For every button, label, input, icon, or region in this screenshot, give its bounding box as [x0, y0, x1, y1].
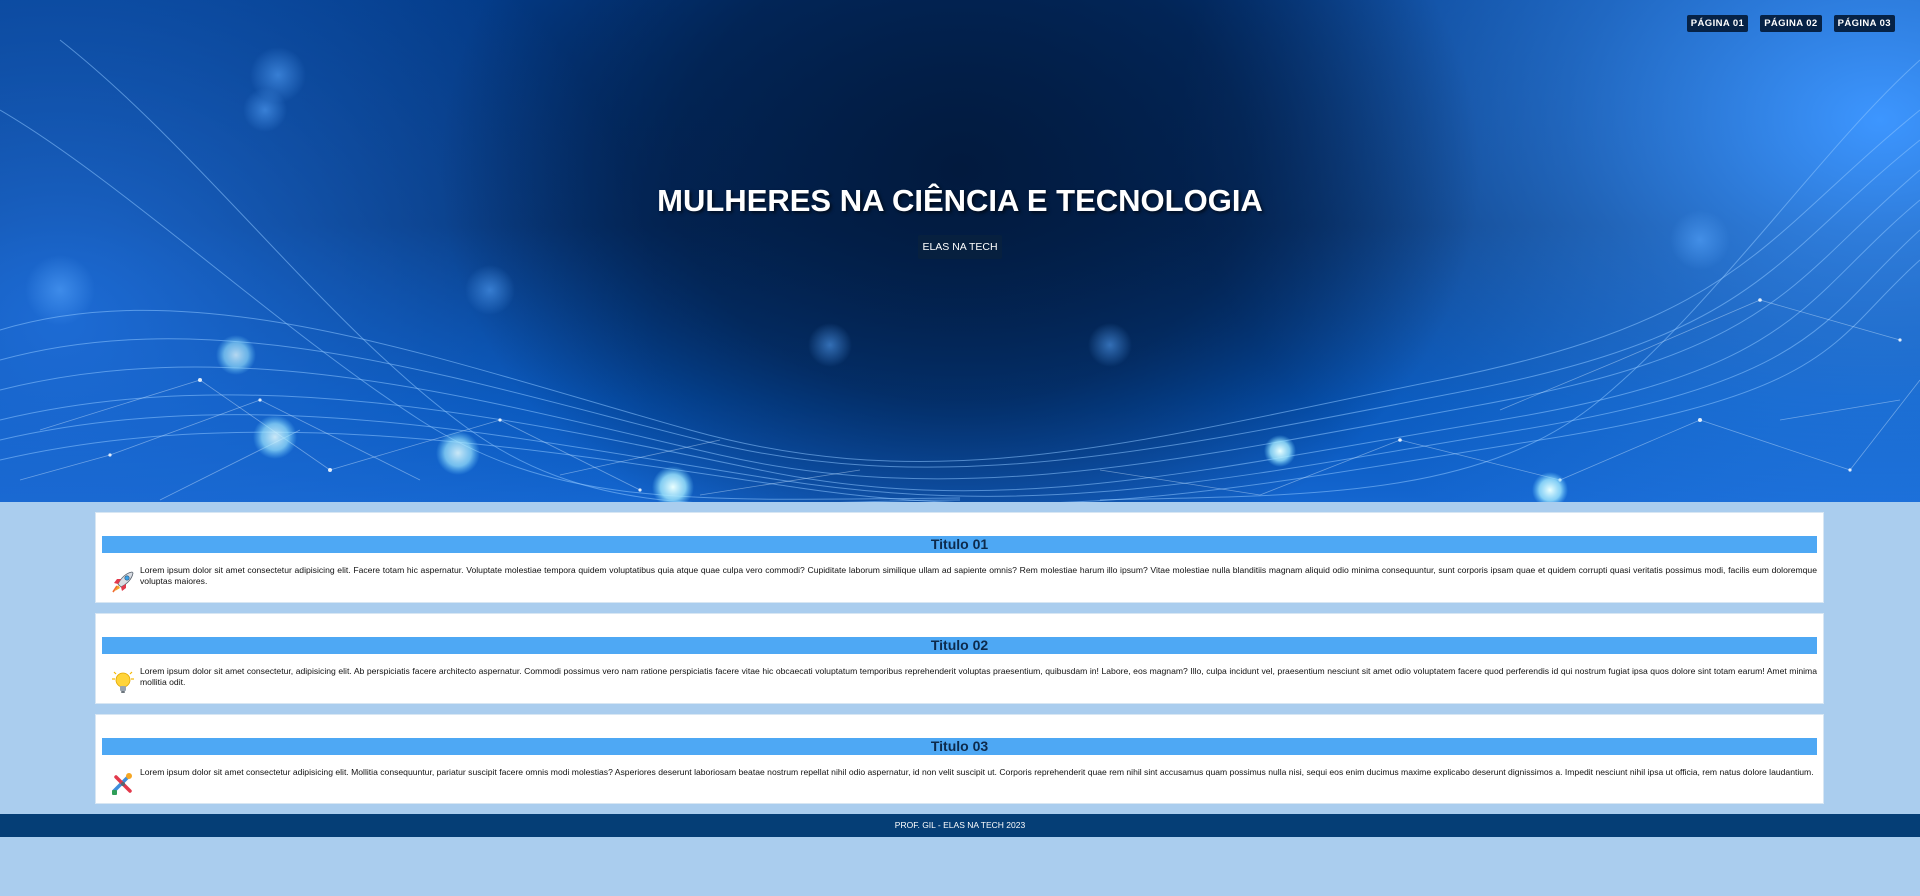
hero-title: MULHERES NA CIÊNCIA E TECNOLOGIA: [657, 183, 1263, 218]
footer: PROF. GIL - ELAS NA TECH 2023: [0, 814, 1920, 837]
nav-item-pagina-01[interactable]: PÁGINA 01: [1686, 15, 1749, 32]
card-text: Lorem ipsum dolor sit amet consectetur, …: [140, 666, 1817, 687]
nav-item-pagina-02[interactable]: PÁGINA 02: [1760, 15, 1822, 32]
hero-banner: PÁGINA 01 PÁGINA 02 PÁGINA 03 MULHERES N…: [0, 0, 1920, 502]
rocket-icon: [112, 571, 134, 593]
card-text: Lorem ipsum dolor sit amet consectetur a…: [140, 565, 1817, 586]
elas-na-tech-button[interactable]: ELAS NA TECH: [918, 235, 1002, 259]
tools-icon: [112, 773, 132, 795]
card-title: Titulo 01: [102, 536, 1817, 553]
card-title: Titulo 03: [102, 738, 1817, 755]
top-nav: PÁGINA 01 PÁGINA 02 PÁGINA 03: [1686, 15, 1895, 32]
card-title: Titulo 02: [102, 637, 1817, 654]
card-text: Lorem ipsum dolor sit amet consectetur a…: [140, 767, 1814, 777]
lightbulb-icon: [112, 671, 134, 693]
content-card-1: Titulo 01 Lorem ipsum dolor sit amet con…: [95, 512, 1824, 603]
content-card-2: Titulo 02 Lorem ipsum dolor sit amet con…: [95, 613, 1824, 704]
content-card-3: Titulo 03 Lorem ipsum dolor sit amet con…: [95, 714, 1824, 804]
nav-item-pagina-03[interactable]: PÁGINA 03: [1833, 15, 1895, 32]
